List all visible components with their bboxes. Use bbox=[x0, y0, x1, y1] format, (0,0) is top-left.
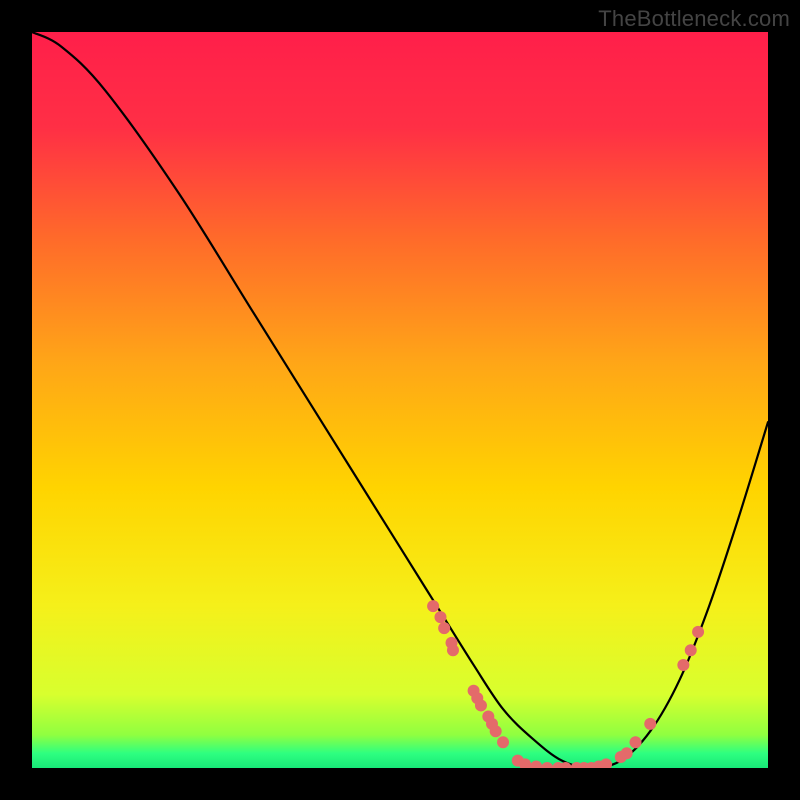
data-point bbox=[692, 626, 704, 638]
data-point bbox=[447, 644, 459, 656]
data-point bbox=[644, 718, 656, 730]
data-point bbox=[427, 600, 439, 612]
heatmap-background bbox=[32, 32, 768, 768]
data-point bbox=[677, 659, 689, 671]
data-point bbox=[685, 644, 697, 656]
data-point bbox=[621, 747, 633, 759]
data-point bbox=[434, 611, 446, 623]
data-point bbox=[497, 736, 509, 748]
bottleneck-chart bbox=[32, 32, 768, 768]
data-point bbox=[475, 699, 487, 711]
data-point bbox=[438, 622, 450, 634]
data-point bbox=[630, 736, 642, 748]
watermark-text: TheBottleneck.com bbox=[598, 6, 790, 32]
data-point bbox=[490, 725, 502, 737]
